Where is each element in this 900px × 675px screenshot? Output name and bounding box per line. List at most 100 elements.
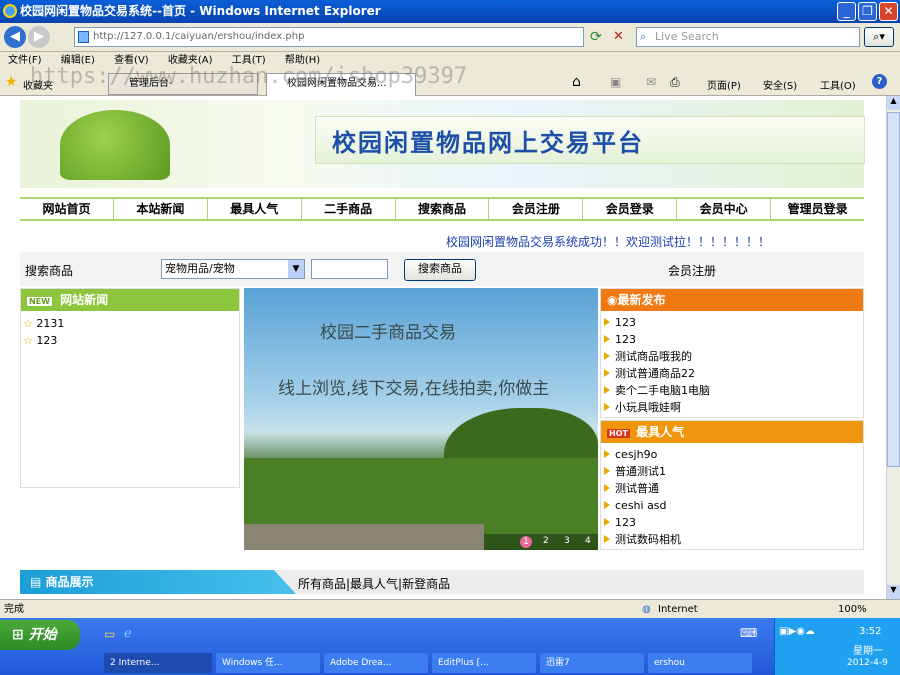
popular-item[interactable]: 123 xyxy=(601,514,863,531)
window-title: 校园网闲置物品交易系统--首页 - Windows Internet Explo… xyxy=(20,4,381,18)
chevron-down-icon: ▼ xyxy=(288,260,304,278)
popular-header: HOT 最具人气 xyxy=(601,421,863,443)
rss-icon[interactable]: ▣ xyxy=(610,75,621,89)
slider-page-2[interactable]: 2 xyxy=(543,536,549,546)
url-field[interactable]: http://127.0.0.1/caiyuan/ershou/index.ph… xyxy=(74,27,584,47)
back-button[interactable]: ◀ xyxy=(4,26,26,48)
search-label: 搜索商品 xyxy=(25,264,74,278)
nav-admin-login[interactable]: 管理员登录 xyxy=(771,199,864,219)
latest-panel: ◉最新发布 123 123 测试商品哦我的 测试普通商品22 卖个二手电脑1电脑… xyxy=(600,288,864,418)
latest-item[interactable]: 123 xyxy=(601,314,863,331)
list-icon: ▤ xyxy=(30,575,42,589)
nav-search[interactable]: 搜索商品 xyxy=(396,199,490,219)
ie-icon xyxy=(3,4,17,18)
windows-logo-icon: ⊞ xyxy=(12,627,24,643)
taskbar-item-dreamweaver[interactable]: Adobe Drea... xyxy=(324,653,428,673)
latest-item[interactable]: 123 xyxy=(601,331,863,348)
print-icon[interactable]: ⎙ xyxy=(670,75,680,90)
latest-item[interactable]: 测试普通商品22 xyxy=(601,365,863,382)
news-item[interactable]: ☆ 123 xyxy=(23,332,237,349)
latest-item[interactable]: 卖个二手电脑1电脑 xyxy=(601,382,863,399)
ie-quicklaunch-icon[interactable]: ℯ xyxy=(124,626,132,641)
taskbar-item-xunlei[interactable]: 迅雷7 xyxy=(540,653,644,673)
nav-member-center[interactable]: 会员中心 xyxy=(677,199,772,219)
search-bar: 搜索商品 宠物用品/宠物 ▼ 搜索商品 会员注册 xyxy=(20,252,864,286)
status-bar: 完成 ◍ Internet 100% xyxy=(0,599,900,618)
nav-register[interactable]: 会员注册 xyxy=(489,199,584,219)
slider-page-4[interactable]: 4 xyxy=(585,536,591,546)
taskbar-item-editplus[interactable]: EditPlus [... xyxy=(432,653,536,673)
home-icon[interactable]: ⌂ xyxy=(572,74,581,90)
page-menu[interactable]: 页面(P) xyxy=(707,77,741,92)
category-select[interactable]: 宠物用品/宠物 ▼ xyxy=(161,259,305,279)
live-search-icon: ⌕ xyxy=(640,30,647,43)
address-toolbar: ◀ ▶ http://127.0.0.1/caiyuan/ershou/inde… xyxy=(0,23,900,52)
goods-filter-links[interactable]: 所有商品|最具人气|新登商品 xyxy=(298,575,450,592)
clock-date: 2012-4-9 xyxy=(847,658,888,668)
keyword-input[interactable] xyxy=(311,259,388,279)
refresh-icon[interactable]: ⟳ xyxy=(590,29,602,45)
zoom-control[interactable]: 100% xyxy=(838,600,867,619)
register-link[interactable]: 会员注册 xyxy=(668,262,716,279)
taskbar-item-ie[interactable]: 2 Interne... xyxy=(104,653,212,673)
nav-login[interactable]: 会员登录 xyxy=(583,199,678,219)
page-content: 校园闲置物品网上交易平台 网站首页 本站新闻 最具人气 二手商品 搜索商品 会员… xyxy=(0,96,886,599)
popular-item[interactable]: 测试普通 xyxy=(601,480,863,497)
system-tray: ▣▶◉☁ 3:52 星期一 2012-4-9 xyxy=(774,618,900,675)
status-text: 完成 xyxy=(4,604,24,615)
latest-item[interactable]: 小玩具哦娃啊 xyxy=(601,399,863,416)
zone-text: Internet xyxy=(658,604,698,615)
help-icon[interactable]: ? xyxy=(872,74,887,89)
taskbar-item-ershou-folder[interactable]: ershou xyxy=(648,653,752,673)
popular-panel: HOT 最具人气 cesjh9o 普通测试1 测试普通 ceshi asd 12… xyxy=(600,420,864,550)
latest-item[interactable]: 测试商品哦我的 xyxy=(601,348,863,365)
slider-headline: 校园二手商品交易 xyxy=(320,323,456,343)
popular-item[interactable]: 测试数码相机 xyxy=(601,531,863,548)
tools-menu[interactable]: 工具(O) xyxy=(820,77,856,92)
title-bar: 校园网闲置物品交易系统--首页 - Windows Internet Explo… xyxy=(0,0,900,23)
watermark-text: https://www.huzhan.com/ishop39397 xyxy=(30,64,468,89)
vertical-scrollbar[interactable]: ▲ ▼ xyxy=(886,96,900,599)
forward-button[interactable]: ▶ xyxy=(28,26,50,48)
nav-popular[interactable]: 最具人气 xyxy=(208,199,302,219)
taskbar: ⊞ 开始 ▭ ℯ 2 Interne... Windows 任... Adobe… xyxy=(0,618,900,675)
news-panel: NEW 网站新闻 ☆ 2131 ☆ 123 xyxy=(20,288,240,488)
nav-home[interactable]: 网站首页 xyxy=(20,199,114,219)
start-button[interactable]: ⊞ 开始 xyxy=(0,620,80,650)
search-button[interactable]: ⌕▾ xyxy=(864,27,894,47)
popular-item[interactable]: 普通测试1 xyxy=(601,463,863,480)
globe-icon: ◍ xyxy=(642,604,651,615)
scroll-down-arrow[interactable]: ▼ xyxy=(887,585,900,599)
popular-item[interactable]: cesjh9o xyxy=(601,446,863,463)
clock-day: 星期一 xyxy=(853,646,883,657)
popular-item[interactable]: ceshi asd xyxy=(601,497,863,514)
search-goods-button[interactable]: 搜索商品 xyxy=(404,259,476,281)
banner-title: 校园闲置物品网上交易平台 xyxy=(315,116,865,164)
nav-second-hand[interactable]: 二手商品 xyxy=(302,199,396,219)
promo-slider: 校园二手商品交易 线上浏览,线下交易,在线拍卖,你做主 1 2 3 4 xyxy=(244,288,598,550)
scroll-up-arrow[interactable]: ▲ xyxy=(887,96,900,110)
hedge-decoration xyxy=(244,458,598,534)
keyboard-icon[interactable]: ⌨ xyxy=(740,626,757,640)
banner-title-text: 校园闲置物品网上交易平台 xyxy=(332,128,644,157)
stop-icon[interactable]: ✕ xyxy=(613,29,624,44)
site-banner: 校园闲置物品网上交易平台 xyxy=(20,100,865,188)
slider-page-1[interactable]: 1 xyxy=(520,536,532,548)
scroll-thumb[interactable] xyxy=(887,112,900,467)
search-input[interactable]: ⌕ Live Search xyxy=(636,27,860,47)
nav-news[interactable]: 本站新闻 xyxy=(114,199,208,219)
taskbar-item-task-manager[interactable]: Windows 任... xyxy=(216,653,320,673)
latest-icon: ◉ xyxy=(607,293,618,307)
tray-icons[interactable]: ▣▶◉☁ xyxy=(779,626,815,637)
safety-menu[interactable]: 安全(S) xyxy=(763,77,797,92)
mail-icon[interactable]: ✉ xyxy=(646,75,656,89)
scrolling-notice: 校园网闲置物品交易系统成功！！欢迎测试拉！！！！！！！ xyxy=(446,235,771,249)
slider-page-3[interactable]: 3 xyxy=(564,536,570,546)
slider-subline: 线上浏览,线下交易,在线拍卖,你做主 xyxy=(278,379,550,399)
news-item[interactable]: ☆ 2131 xyxy=(23,315,237,332)
close-button[interactable]: ✕ xyxy=(879,2,898,21)
maximize-button[interactable]: ❐ xyxy=(858,2,877,21)
minimize-button[interactable]: _ xyxy=(837,2,856,21)
news-header: NEW 网站新闻 xyxy=(21,289,239,311)
folder-quicklaunch-icon[interactable]: ▭ xyxy=(104,627,115,641)
